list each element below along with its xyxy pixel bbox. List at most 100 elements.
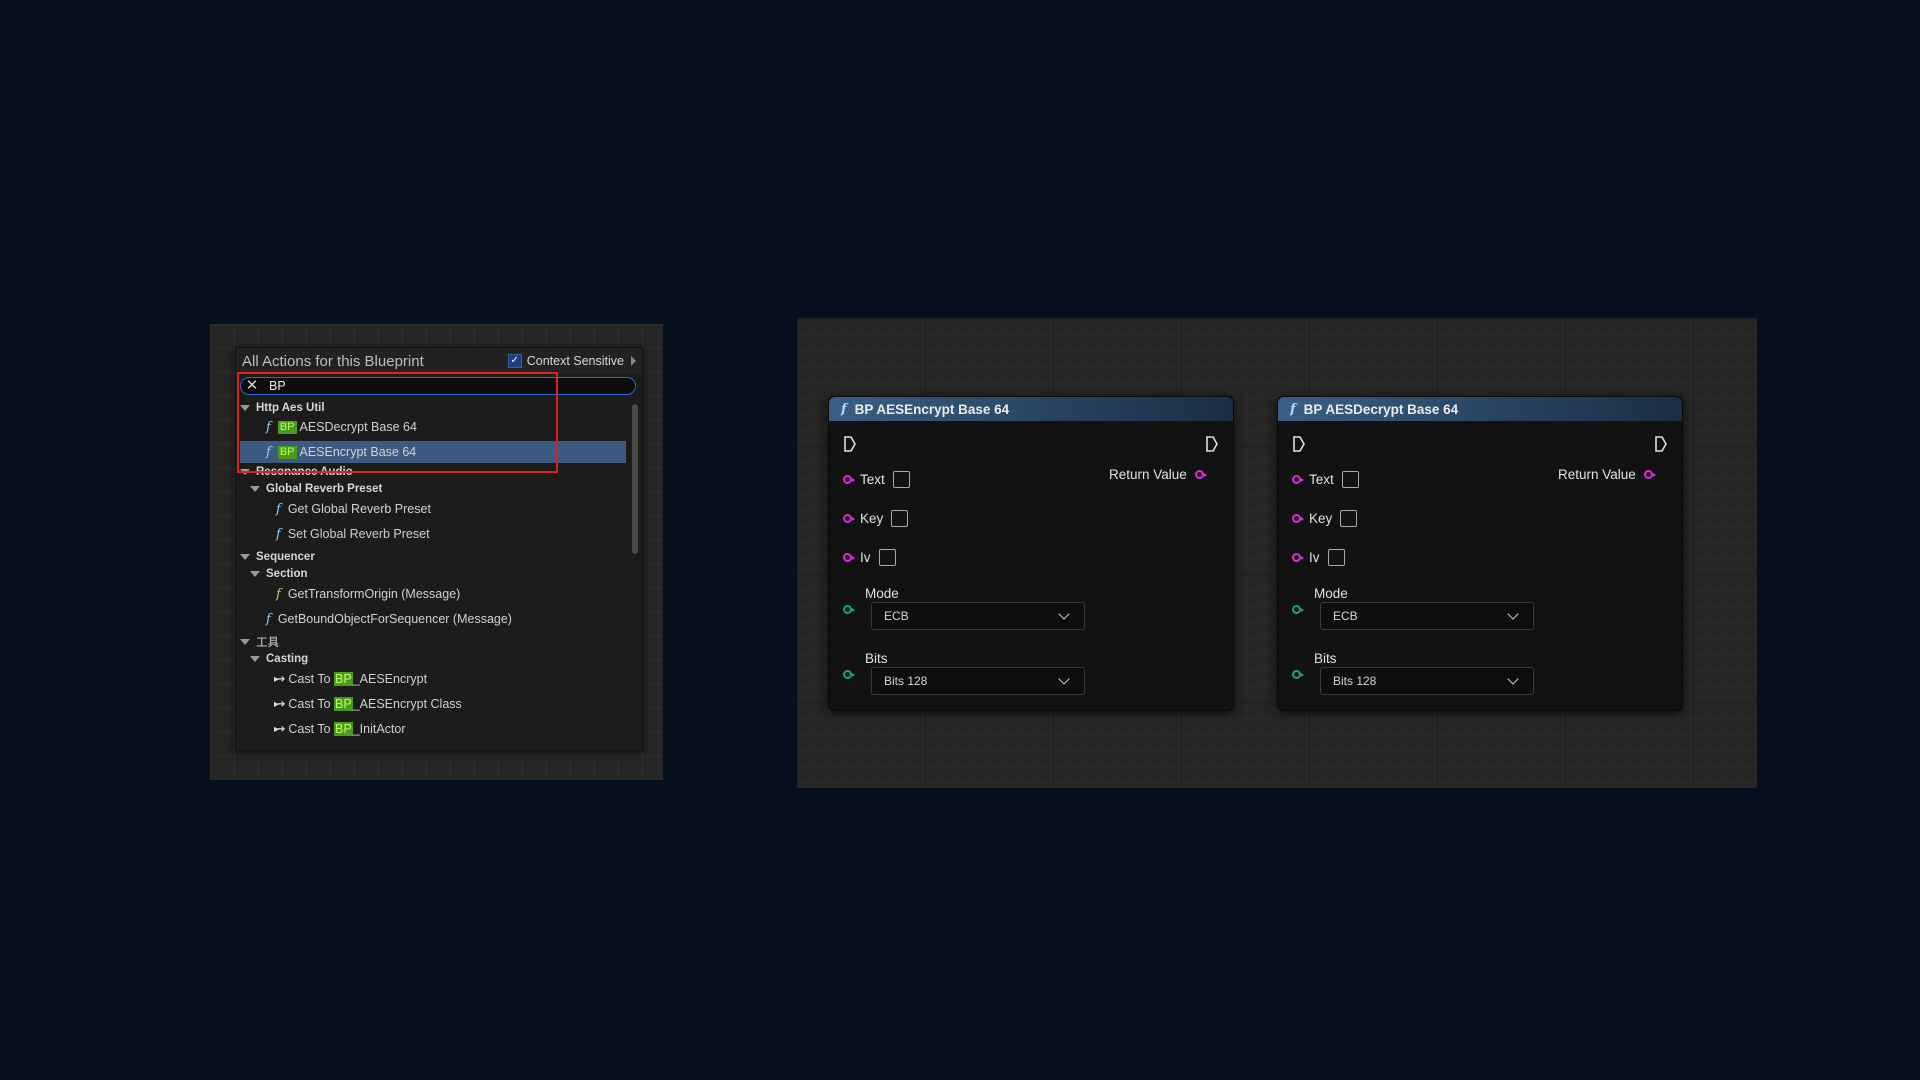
bp-tag: BP: [334, 722, 353, 736]
collapse-triangle-icon[interactable]: [250, 570, 260, 577]
highlight-annotation-box: [237, 372, 558, 473]
pin-label: Iv: [1309, 550, 1320, 565]
exec-out-pin-icon[interactable]: [1205, 435, 1219, 453]
action-label-prefix: Cast To: [288, 672, 335, 686]
pin-mode[interactable]: [1292, 605, 1309, 614]
scrollbar[interactable]: [632, 404, 638, 554]
mode-dropdown[interactable]: ECB: [871, 602, 1085, 630]
text-input-box[interactable]: [1340, 510, 1358, 527]
bits-label: Bits: [865, 651, 888, 666]
node-aes-decrypt[interactable]: f BP AESDecrypt Base 64 Text Return Valu…: [1277, 396, 1683, 711]
pin-bits[interactable]: [843, 670, 860, 679]
text-input-box[interactable]: [1327, 549, 1345, 566]
mode-value: ECB: [884, 609, 909, 623]
pin-label: Iv: [860, 550, 871, 565]
category-casting[interactable]: Casting: [250, 650, 640, 667]
pin-iv[interactable]: Iv: [843, 549, 896, 566]
pin-text[interactable]: Text: [843, 471, 910, 488]
category-label: Casting: [266, 652, 309, 665]
pin-iv[interactable]: Iv: [1292, 549, 1345, 566]
exec-out-pin-icon[interactable]: [1654, 435, 1668, 453]
function-icon: f: [841, 401, 847, 417]
category-section[interactable]: Section: [250, 565, 640, 582]
action-set-global-reverb-preset[interactable]: f Set Global Reverb Preset: [276, 523, 666, 545]
action-get-transform-origin[interactable]: f GetTransformOrigin (Message): [276, 583, 666, 605]
category-label: Global Reverb Preset: [266, 482, 383, 495]
text-input-box[interactable]: [1341, 471, 1359, 488]
pin-label: Text: [860, 472, 885, 487]
mode-dropdown[interactable]: ECB: [1320, 602, 1534, 630]
collapse-triangle-icon[interactable]: [250, 655, 260, 662]
exec-in-pin-icon[interactable]: [1292, 435, 1306, 453]
action-label-suffix: _InitActor: [352, 722, 406, 736]
bits-dropdown[interactable]: Bits 128: [871, 667, 1085, 695]
string-pin-icon[interactable]: [843, 475, 855, 484]
category-global-reverb-preset[interactable]: Global Reverb Preset: [250, 480, 640, 497]
action-get-global-reverb-preset[interactable]: f Get Global Reverb Preset: [276, 498, 666, 520]
chevron-down-icon: [1507, 608, 1519, 620]
bp-tag: BP: [334, 672, 353, 686]
text-input-box[interactable]: [892, 471, 910, 488]
action-label: GetBoundObjectForSequencer (Message): [277, 612, 512, 626]
function-icon: f: [276, 526, 281, 542]
string-pin-icon[interactable]: [843, 553, 855, 562]
context-sensitive-label: Context Sensitive: [526, 354, 624, 368]
mode-value: ECB: [1333, 609, 1358, 623]
string-pin-icon[interactable]: [1643, 470, 1656, 479]
pin-return-value[interactable]: Return Value: [1109, 467, 1212, 482]
bp-tag: BP: [334, 697, 353, 711]
pin-label: Key: [1309, 511, 1333, 526]
node-header[interactable]: f BP AESDecrypt Base 64: [1278, 397, 1682, 421]
enum-pin-icon[interactable]: [1292, 670, 1304, 679]
node-aes-encrypt[interactable]: f BP AESEncrypt Base 64 Text Return Valu…: [828, 396, 1234, 711]
category-label: Sequencer: [256, 550, 315, 563]
action-get-bound-object[interactable]: f GetBoundObjectForSequencer (Message): [266, 608, 656, 630]
action-cast-aes-encrypt[interactable]: ▸➔ Cast To BP _AESEncrypt: [274, 668, 664, 690]
pin-label: Text: [1309, 472, 1334, 487]
cast-icon: ▸➔: [274, 723, 285, 735]
bits-value: Bits 128: [1333, 674, 1377, 688]
expand-arrow-icon[interactable]: [631, 356, 636, 366]
category-tools[interactable]: 工具: [240, 633, 630, 650]
context-sensitive-toggle[interactable]: ✓ Context Sensitive: [507, 354, 636, 368]
text-input-box[interactable]: [878, 549, 896, 566]
bits-value: Bits 128: [884, 674, 928, 688]
enum-pin-icon[interactable]: [843, 670, 855, 679]
enum-pin-icon[interactable]: [843, 605, 855, 614]
pin-return-value[interactable]: Return Value: [1558, 467, 1661, 482]
string-pin-icon[interactable]: [1194, 470, 1207, 479]
node-header[interactable]: f BP AESEncrypt Base 64: [829, 397, 1233, 421]
string-pin-icon[interactable]: [1292, 475, 1304, 484]
action-label-prefix: Cast To: [288, 697, 335, 711]
collapse-triangle-icon[interactable]: [240, 553, 250, 560]
exec-in-pin-icon[interactable]: [843, 435, 857, 453]
menu-header: All Actions for this Blueprint ✓ Context…: [236, 348, 642, 374]
bits-dropdown[interactable]: Bits 128: [1320, 667, 1534, 695]
string-pin-icon[interactable]: [843, 514, 855, 523]
cast-icon: ▸➔: [274, 698, 285, 710]
category-label: Section: [266, 567, 308, 580]
checkbox-checked-icon[interactable]: ✓: [507, 354, 522, 368]
text-input-box[interactable]: [891, 510, 909, 527]
action-label-suffix: _AESEncrypt: [352, 672, 428, 686]
pin-text[interactable]: Text: [1292, 471, 1359, 488]
string-pin-icon[interactable]: [1292, 514, 1304, 523]
bits-label: Bits: [1314, 651, 1337, 666]
action-label-prefix: Cast To: [288, 722, 335, 736]
pin-label: Return Value: [1558, 467, 1636, 482]
action-cast-init-actor[interactable]: ▸➔ Cast To BP _InitActor: [274, 718, 664, 740]
function-icon: f: [276, 586, 281, 602]
pin-mode[interactable]: [843, 605, 860, 614]
collapse-triangle-icon[interactable]: [240, 638, 250, 645]
string-pin-icon[interactable]: [1292, 553, 1304, 562]
pin-key[interactable]: Key: [1292, 510, 1358, 527]
function-icon: f: [1290, 401, 1296, 417]
action-cast-aes-encrypt-class[interactable]: ▸➔ Cast To BP _AESEncrypt Class: [274, 693, 664, 715]
node-title: BP AESEncrypt Base 64: [854, 401, 1010, 417]
pin-key[interactable]: Key: [843, 510, 909, 527]
action-label: GetTransformOrigin (Message): [287, 587, 461, 601]
category-sequencer[interactable]: Sequencer: [240, 548, 630, 565]
pin-bits[interactable]: [1292, 670, 1309, 679]
enum-pin-icon[interactable]: [1292, 605, 1304, 614]
collapse-triangle-icon[interactable]: [250, 485, 260, 492]
